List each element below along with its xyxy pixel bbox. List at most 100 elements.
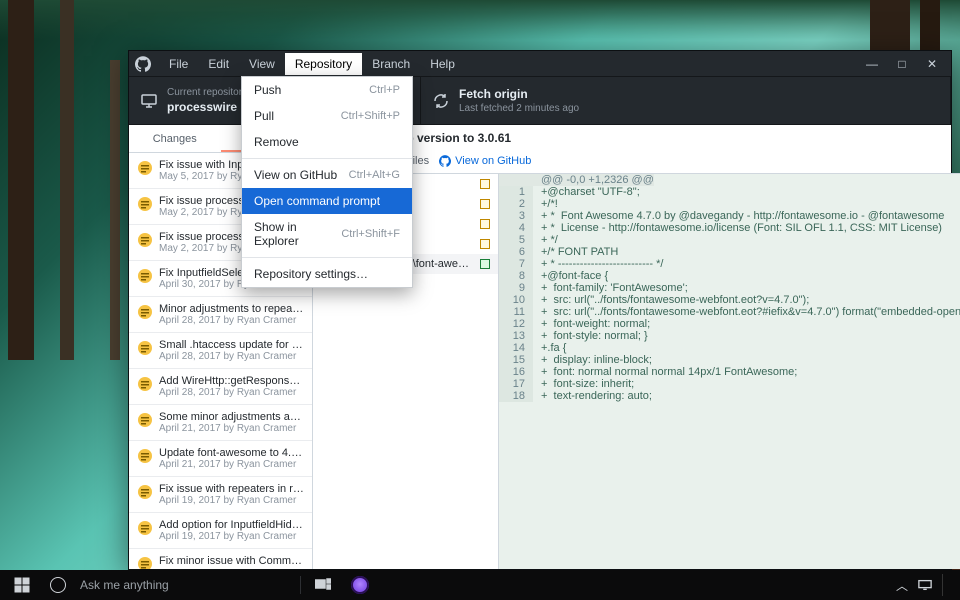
commit-icon xyxy=(137,340,153,356)
menu-show-in-explorer[interactable]: Show in ExplorerCtrl+Shift+F xyxy=(242,214,412,254)
diff-line: 7+ * -------------------------- */ xyxy=(499,258,960,270)
diff-line: 6+/* FONT PATH xyxy=(499,246,960,258)
commit-row[interactable]: Minor adjustments to repeater and …April… xyxy=(129,297,312,333)
fetch-subtitle: Last fetched 2 minutes ago xyxy=(459,103,579,114)
commit-row[interactable]: Add option for InputfieldHidden to …Apri… xyxy=(129,513,312,549)
diff-line: @@ -0,0 +1,2326 @@ xyxy=(499,174,960,186)
modified-icon xyxy=(480,199,490,209)
show-desktop-strip[interactable] xyxy=(942,574,948,596)
line-number: 14 xyxy=(499,342,533,354)
view-on-github-link[interactable]: View on GitHub xyxy=(439,155,531,167)
diff-line: 2+/*! xyxy=(499,198,960,210)
menu-separator xyxy=(242,158,412,159)
commit-title: Fix minor issue with CommentForm… xyxy=(159,555,304,567)
line-number: 11 xyxy=(499,306,533,318)
commit-row[interactable]: Fix minor issue with CommentForm… xyxy=(129,549,312,569)
menu-open-command-prompt[interactable]: Open command prompt xyxy=(242,188,412,214)
line-number xyxy=(499,174,533,186)
menu-remove[interactable]: Remove xyxy=(242,129,412,155)
line-text: + src: url("../fonts/fontawesome-webfont… xyxy=(533,294,809,306)
tray-overflow-button[interactable]: ︿ xyxy=(896,577,908,594)
menu-branch[interactable]: Branch xyxy=(362,53,420,75)
line-number: 13 xyxy=(499,330,533,342)
line-text: + font-size: inherit; xyxy=(533,378,634,390)
cortana-ring-icon xyxy=(50,577,66,593)
commit-row[interactable]: Add WireHttp::getResponseHeader…April 28… xyxy=(129,369,312,405)
line-number: 9 xyxy=(499,282,533,294)
start-button[interactable] xyxy=(4,570,40,600)
fetch-title: Fetch origin xyxy=(459,87,579,101)
commit-title: Minor adjustments to repeater and … xyxy=(159,303,304,315)
menu-repository-settings[interactable]: Repository settings… xyxy=(242,261,412,287)
modified-icon xyxy=(480,179,490,189)
line-text: @@ -0,0 +1,2326 @@ xyxy=(533,174,654,186)
repository-menu-dropdown: PushCtrl+P PullCtrl+Shift+P Remove View … xyxy=(241,76,413,288)
diff-line: 14+.fa { xyxy=(499,342,960,354)
menu-view[interactable]: View xyxy=(239,53,285,75)
added-icon xyxy=(480,259,490,269)
diff-pane[interactable]: @@ -0,0 +1,2326 @@1+@charset "UTF-8";2+/… xyxy=(499,174,960,569)
menu-help[interactable]: Help xyxy=(420,53,465,75)
window-minimize-button[interactable]: — xyxy=(865,57,879,71)
commit-row[interactable]: Small .htaccess update for HTTPS re…Apri… xyxy=(129,333,312,369)
commit-meta: April 21, 2017 by Ryan Cramer xyxy=(159,423,304,434)
diff-line: 10+ src: url("../fonts/fontawesome-webfo… xyxy=(499,294,960,306)
diff-line: 17+ font-size: inherit; xyxy=(499,378,960,390)
menu-push[interactable]: PushCtrl+P xyxy=(242,77,412,103)
line-text: + */ xyxy=(533,234,558,246)
diff-line: 11+ src: url("../fonts/fontawesome-webfo… xyxy=(499,306,960,318)
repo-label: Current repository xyxy=(167,87,247,98)
menu-file[interactable]: File xyxy=(159,53,198,75)
line-text: + font-weight: normal; xyxy=(533,318,650,330)
line-number: 1 xyxy=(499,186,533,198)
line-number: 6 xyxy=(499,246,533,258)
menu-bar: File Edit View Repository Branch Help xyxy=(159,53,465,75)
tab-changes[interactable]: Changes xyxy=(129,125,221,152)
menu-repository[interactable]: Repository xyxy=(285,53,362,75)
fetch-origin-button[interactable]: Fetch origin Last fetched 2 minutes ago xyxy=(421,77,951,124)
commit-title: …nts and bump version to 3.0.61 xyxy=(323,131,960,145)
commit-meta: April 19, 2017 by Ryan Cramer xyxy=(159,495,304,506)
cortana-search-input[interactable]: Ask me anything xyxy=(76,570,296,600)
commit-row[interactable]: Some minor adjustments and bump…April 21… xyxy=(129,405,312,441)
menu-edit[interactable]: Edit xyxy=(198,53,239,75)
commit-icon xyxy=(137,232,153,248)
diff-line: 18+ text-rendering: auto; xyxy=(499,390,960,402)
commit-meta: April 28, 2017 by Ryan Cramer xyxy=(159,387,304,398)
menu-view-on-github[interactable]: View on GitHubCtrl+Alt+G xyxy=(242,162,412,188)
windows-taskbar: Ask me anything ︿ xyxy=(0,570,960,600)
commit-title: Some minor adjustments and bump… xyxy=(159,411,304,423)
commit-meta: April 28, 2017 by Ryan Cramer xyxy=(159,351,304,362)
commit-row[interactable]: Fix issue with repeaters in renderVa…Apr… xyxy=(129,477,312,513)
modified-icon xyxy=(480,239,490,249)
windows-logo-icon xyxy=(14,577,30,593)
window-close-button[interactable]: ✕ xyxy=(925,57,939,71)
tray-display-icon[interactable] xyxy=(918,578,932,592)
cortana-button[interactable] xyxy=(40,570,76,600)
line-text: +@font-face { xyxy=(533,270,608,282)
computer-icon xyxy=(141,93,157,109)
line-number: 4 xyxy=(499,222,533,234)
taskbar-app-github[interactable] xyxy=(341,570,379,600)
commit-title: Update font-awesome to 4.7 per pr… xyxy=(159,447,304,459)
system-tray: ︿ xyxy=(896,574,956,596)
line-text: + * Font Awesome 4.7.0 by @davegandy - h… xyxy=(533,210,944,222)
commit-icon xyxy=(137,304,153,320)
line-text: + text-rendering: auto; xyxy=(533,390,652,402)
task-view-button[interactable] xyxy=(305,570,341,600)
diff-line: 3+ * Font Awesome 4.7.0 by @davegandy - … xyxy=(499,210,960,222)
commit-meta: April 21, 2017 by Ryan Cramer xyxy=(159,459,304,470)
commit-icon xyxy=(137,268,153,284)
window-controls: — □ ✕ xyxy=(865,57,945,71)
window-maximize-button[interactable]: □ xyxy=(895,57,909,71)
commit-title: Fix issue with repeaters in renderVa… xyxy=(159,483,304,495)
commit-icon xyxy=(137,520,153,536)
menu-pull[interactable]: PullCtrl+Shift+P xyxy=(242,103,412,129)
commit-icon xyxy=(137,412,153,428)
line-number: 16 xyxy=(499,366,533,378)
commit-row[interactable]: Update font-awesome to 4.7 per pr…April … xyxy=(129,441,312,477)
diff-line: 12+ font-weight: normal; xyxy=(499,318,960,330)
line-text: + font-family: 'FontAwesome'; xyxy=(533,282,688,294)
line-number: 7 xyxy=(499,258,533,270)
line-text: + display: inline-block; xyxy=(533,354,652,366)
